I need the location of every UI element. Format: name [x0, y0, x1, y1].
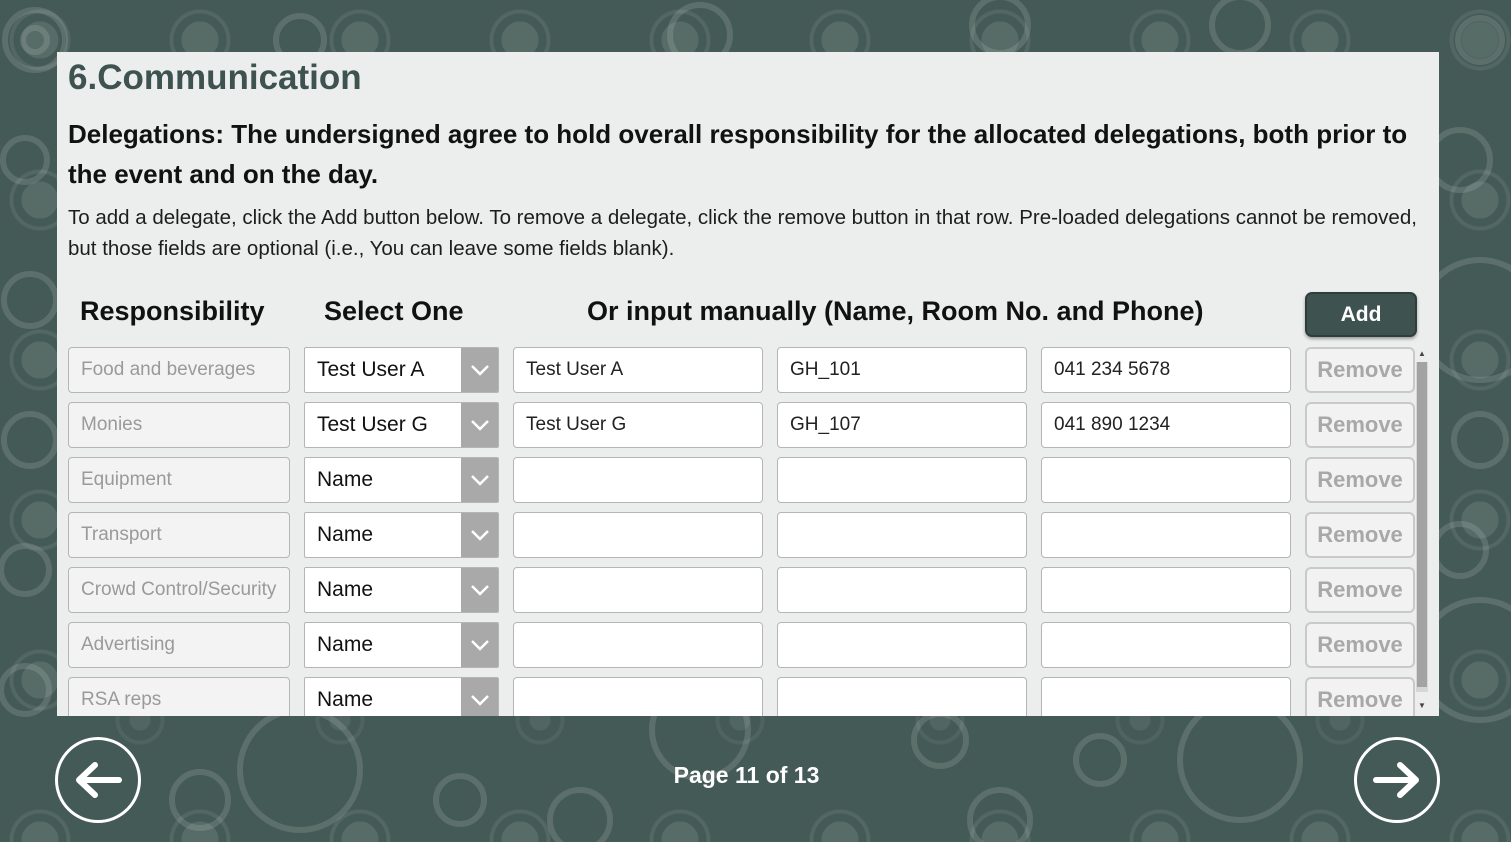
delegate-select[interactable]: Name	[304, 512, 499, 558]
responsibility-field: Food and beverages	[68, 347, 290, 393]
responsibility-field: Crowd Control/Security	[68, 567, 290, 613]
phone-input[interactable]: 041 890 1234	[1041, 402, 1291, 448]
list-scrollbar[interactable]: ▲ ▼	[1416, 348, 1428, 714]
remove-button[interactable]: Remove	[1305, 512, 1415, 558]
delegation-row: RSA reps Name Remove	[57, 677, 1439, 716]
scroll-up-arrow-icon[interactable]: ▲	[1416, 348, 1428, 360]
remove-button[interactable]: Remove	[1305, 622, 1415, 668]
main-panel: 6.Communication Delegations: The undersi…	[57, 52, 1439, 716]
remove-button[interactable]: Remove	[1305, 457, 1415, 503]
delegate-select[interactable]: Name	[304, 567, 499, 613]
select-value: Name	[317, 688, 374, 711]
chevron-down-icon[interactable]	[461, 678, 498, 716]
delegation-row: Monies Test User G Test User G GH_107 04…	[57, 402, 1439, 448]
section-title: 6.Communication	[68, 58, 362, 97]
room-input[interactable]	[777, 567, 1027, 613]
remove-button[interactable]: Remove	[1305, 567, 1415, 613]
select-value: Name	[317, 468, 374, 491]
name-input[interactable]: Test User A	[513, 347, 763, 393]
select-value: Name	[317, 578, 374, 601]
phone-input[interactable]: 041 234 5678	[1041, 347, 1291, 393]
arrow-right-icon	[1373, 762, 1419, 798]
select-value: Name	[317, 633, 374, 656]
name-input[interactable]	[513, 622, 763, 668]
select-value: Name	[317, 523, 374, 546]
room-input[interactable]	[777, 512, 1027, 558]
responsibility-field: Equipment	[68, 457, 290, 503]
select-value: Test User A	[317, 358, 425, 381]
room-input[interactable]	[777, 677, 1027, 716]
delegations-list: Food and beverages Test User A Test User…	[57, 347, 1439, 716]
delegate-select[interactable]: Name	[304, 677, 499, 716]
chevron-down-icon[interactable]	[461, 458, 498, 502]
phone-input[interactable]	[1041, 622, 1291, 668]
header-responsibility: Responsibility	[80, 296, 265, 326]
chevron-down-icon[interactable]	[461, 403, 498, 447]
phone-input[interactable]	[1041, 567, 1291, 613]
next-page-button[interactable]	[1354, 737, 1440, 823]
phone-input[interactable]	[1041, 512, 1291, 558]
delegation-row: Equipment Name Remove	[57, 457, 1439, 503]
page-indicator: Page 11 of 13	[673, 762, 820, 788]
header-manual-input: Or input manually (Name, Room No. and Ph…	[587, 296, 1204, 326]
section-subtitle: Delegations: The undersigned agree to ho…	[68, 119, 1408, 189]
add-button[interactable]: Add	[1305, 292, 1417, 337]
select-value: Test User G	[317, 413, 428, 436]
name-input[interactable]: Test User G	[513, 402, 763, 448]
delegation-row: Crowd Control/Security Name Remove	[57, 567, 1439, 613]
room-input[interactable]	[777, 622, 1027, 668]
delegation-row: Transport Name Remove	[57, 512, 1439, 558]
room-input[interactable]: GH_101	[777, 347, 1027, 393]
name-input[interactable]	[513, 457, 763, 503]
chevron-down-icon[interactable]	[461, 513, 498, 557]
responsibility-field: Advertising	[68, 622, 290, 668]
chevron-down-icon[interactable]	[461, 623, 498, 667]
delegate-select[interactable]: Name	[304, 622, 499, 668]
room-input[interactable]	[777, 457, 1027, 503]
delegate-select[interactable]: Name	[304, 457, 499, 503]
chevron-down-icon[interactable]	[461, 568, 498, 612]
name-input[interactable]	[513, 512, 763, 558]
phone-input[interactable]	[1041, 677, 1291, 716]
delegate-select[interactable]: Test User G	[304, 402, 499, 448]
name-input[interactable]	[513, 677, 763, 716]
scroll-thumb[interactable]	[1417, 362, 1427, 687]
responsibility-field: RSA reps	[68, 677, 290, 716]
phone-input[interactable]	[1041, 457, 1291, 503]
delegation-row: Food and beverages Test User A Test User…	[57, 347, 1439, 393]
delegate-select[interactable]: Test User A	[304, 347, 499, 393]
remove-button[interactable]: Remove	[1305, 677, 1415, 716]
room-input[interactable]: GH_107	[777, 402, 1027, 448]
instructions-text: To add a delegate, click the Add button …	[68, 206, 1417, 260]
delegation-row: Advertising Name Remove	[57, 622, 1439, 668]
responsibility-field: Transport	[68, 512, 290, 558]
responsibility-field: Monies	[68, 402, 290, 448]
chevron-down-icon[interactable]	[461, 348, 498, 392]
scroll-down-arrow-icon[interactable]: ▼	[1416, 700, 1428, 712]
remove-button[interactable]: Remove	[1305, 402, 1415, 448]
remove-button[interactable]: Remove	[1305, 347, 1415, 393]
name-input[interactable]	[513, 567, 763, 613]
header-select-one: Select One	[324, 296, 464, 326]
